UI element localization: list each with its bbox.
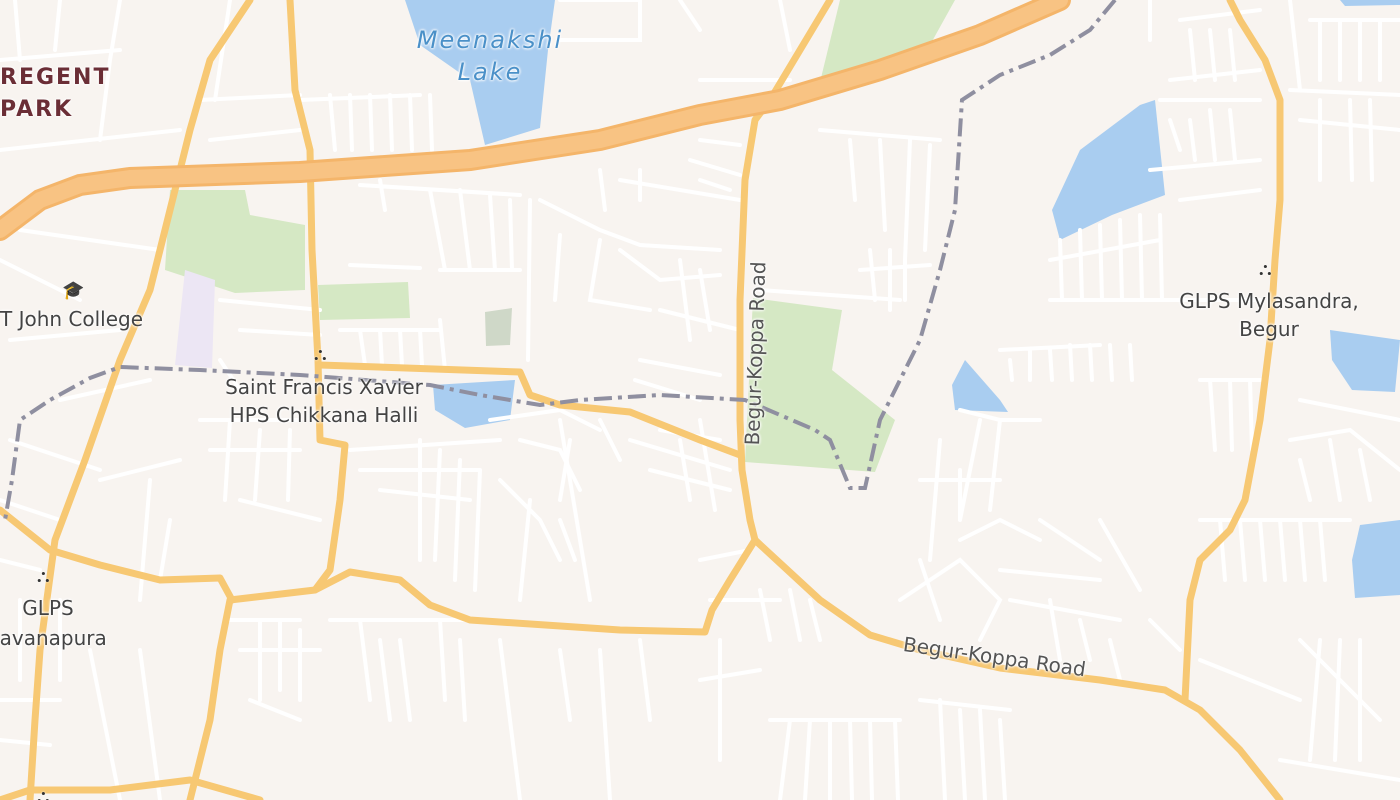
institution-area bbox=[175, 270, 215, 368]
map-layer bbox=[0, 0, 1400, 800]
lake-label: Meenakshi Lake bbox=[416, 26, 564, 86]
school-icon[interactable]: ⛬ bbox=[37, 788, 50, 800]
school-icon[interactable]: ⛬ bbox=[37, 568, 50, 586]
poi-label-john-college[interactable]: T John College bbox=[0, 307, 143, 331]
poi-label-st-francis[interactable]: Saint Francis Xavier HPS Chikkana Halli bbox=[225, 373, 423, 429]
college-icon[interactable]: 🎓 bbox=[62, 282, 84, 300]
poi-label-glps-mylasandra[interactable]: GLPS Mylasandra, Begur bbox=[1179, 287, 1359, 343]
poi-label-glps-basavanapura[interactable]: GLPS savanapura bbox=[0, 593, 107, 653]
locality-label-regent-park: REGENT PARK bbox=[0, 65, 111, 122]
school-icon[interactable]: ⛬ bbox=[314, 346, 327, 364]
school-icon[interactable]: ⛬ bbox=[1259, 261, 1272, 279]
map-canvas[interactable]: Meenakshi Lake REGENT PARK Begur-Koppa R… bbox=[0, 0, 1400, 800]
